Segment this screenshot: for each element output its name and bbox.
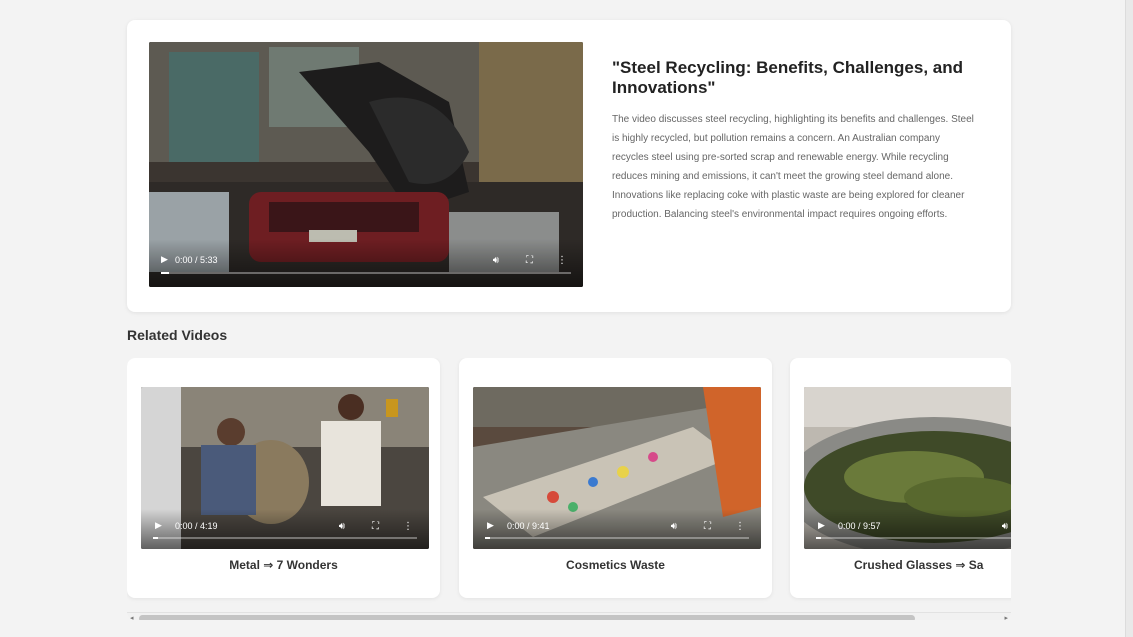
play-icon[interactable]: ▶ [487, 520, 494, 531]
horizontal-scrollbar[interactable]: ◂ ▸ [127, 612, 1011, 620]
arrow-left-icon[interactable]: ◂ [130, 613, 134, 620]
video-time: 0:00 / 9:57 [838, 521, 881, 531]
video-time: 0:00 / 5:33 [175, 255, 218, 265]
more-options-icon[interactable]: ⋮ [403, 521, 413, 532]
volume-icon[interactable]: 🔊︎ [339, 521, 345, 532]
volume-icon[interactable]: 🔊︎ [671, 521, 677, 532]
more-options-icon[interactable]: ⋮ [557, 255, 567, 266]
video-progress-bar[interactable] [816, 537, 1011, 539]
related-videos-strip[interactable]: ▶ 0:00 / 4:19 🔊︎ ⛶ ⋮ Metal ⇒ 7 Wonders ▶… [127, 358, 1011, 620]
video-progress-bar[interactable] [161, 272, 571, 274]
volume-icon[interactable]: 🔊︎ [493, 255, 499, 266]
arrow-right-icon[interactable]: ▸ [1004, 613, 1008, 620]
main-container: ▶ 0:00 / 5:33 🔊︎ ⛶ ⋮ "Steel Recycling: B… [127, 20, 1011, 620]
play-icon[interactable]: ▶ [161, 254, 168, 265]
video-progress-bar[interactable] [153, 537, 417, 539]
featured-description: The video discusses steel recycling, hig… [612, 114, 974, 220]
video-time: 0:00 / 4:19 [175, 521, 218, 531]
related-video-player[interactable]: ▶ 0:00 / 9:41 🔊︎ ⛶ ⋮ [473, 387, 761, 549]
related-videos-heading: Related Videos [127, 327, 228, 343]
volume-icon[interactable]: 🔊︎ [1002, 521, 1008, 532]
related-video-player[interactable]: ▶ 0:00 / 9:57 🔊︎ ⛶ ⋮ [804, 387, 1011, 549]
featured-title: "Steel Recycling: Benefits, Challenges, … [612, 58, 963, 97]
related-video-controls: ▶ 0:00 / 9:41 🔊︎ ⛶ ⋮ [473, 509, 761, 549]
more-options-icon[interactable]: ⋮ [735, 521, 745, 532]
related-video-card[interactable]: ▶ 0:00 / 9:41 🔊︎ ⛶ ⋮ Cosmetics Waste [459, 358, 772, 598]
featured-video-card: ▶ 0:00 / 5:33 🔊︎ ⛶ ⋮ "Steel Recycling: B… [127, 20, 1011, 312]
related-video-title[interactable]: Cosmetics Waste [459, 558, 772, 572]
related-video-card[interactable]: ▶ 0:00 / 4:19 🔊︎ ⛶ ⋮ Metal ⇒ 7 Wonders [127, 358, 440, 598]
video-time: 0:00 / 9:41 [507, 521, 550, 531]
related-video-title[interactable]: Crushed Glasses ⇒ Sa [854, 558, 1011, 572]
related-video-title[interactable]: Metal ⇒ 7 Wonders [127, 558, 440, 572]
fullscreen-icon[interactable]: ⛶ [372, 521, 379, 532]
fullscreen-icon[interactable]: ⛶ [704, 521, 711, 532]
play-icon[interactable]: ▶ [155, 520, 162, 531]
featured-text-block: "Steel Recycling: Benefits, Challenges, … [612, 58, 977, 224]
video-progress-bar[interactable] [485, 537, 749, 539]
page-scrollbar[interactable] [1125, 0, 1133, 637]
related-video-player[interactable]: ▶ 0:00 / 4:19 🔊︎ ⛶ ⋮ [141, 387, 429, 549]
horizontal-scroll-thumb[interactable] [139, 615, 915, 620]
related-video-controls: ▶ 0:00 / 4:19 🔊︎ ⛶ ⋮ [141, 509, 429, 549]
featured-video-player[interactable]: ▶ 0:00 / 5:33 🔊︎ ⛶ ⋮ [149, 42, 583, 287]
related-video-controls: ▶ 0:00 / 9:57 🔊︎ ⛶ ⋮ [804, 509, 1011, 549]
related-video-card[interactable]: ▶ 0:00 / 9:57 🔊︎ ⛶ ⋮ Crushed Glasses ⇒ S… [790, 358, 1011, 598]
fullscreen-icon[interactable]: ⛶ [526, 255, 533, 266]
featured-video-controls: ▶ 0:00 / 5:33 🔊︎ ⛶ ⋮ [149, 239, 583, 287]
play-icon[interactable]: ▶ [818, 520, 825, 531]
related-videos-track: ▶ 0:00 / 4:19 🔊︎ ⛶ ⋮ Metal ⇒ 7 Wonders ▶… [127, 358, 1011, 598]
